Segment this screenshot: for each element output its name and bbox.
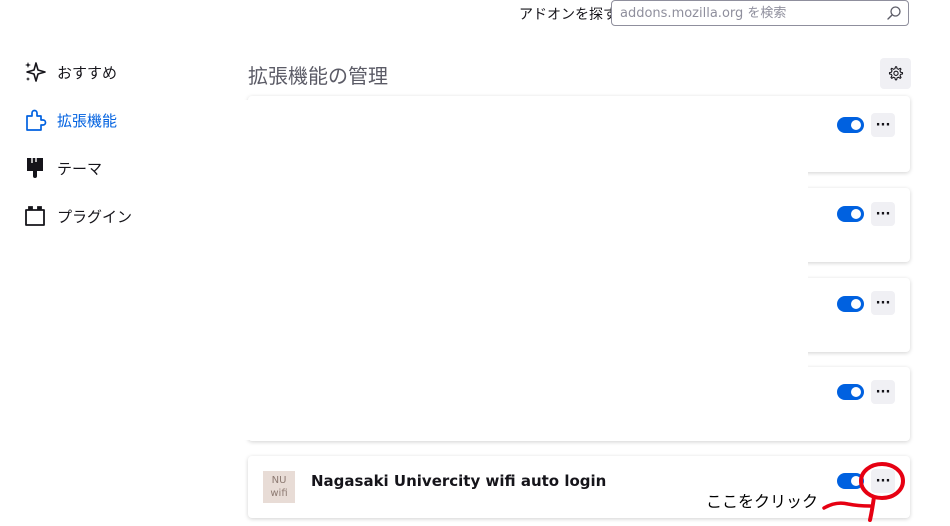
search-label: アドオンを探す — [519, 7, 617, 23]
extension-name[interactable]: Nagasaki Univercity wifi auto login — [311, 472, 606, 490]
settings-button[interactable] — [880, 58, 911, 89]
sidebar-item-themes[interactable]: テーマ — [22, 152, 222, 184]
search-field[interactable] — [611, 0, 909, 26]
more-options-button[interactable]: ··· — [871, 202, 895, 226]
sidebar-item-label: おすすめ — [57, 63, 118, 82]
enable-toggle[interactable] — [837, 384, 864, 400]
sidebar-item-label: プラグイン — [57, 207, 133, 226]
sidebar-item-label: 拡張機能 — [57, 111, 118, 130]
sidebar-item-plugins[interactable]: プラグイン — [22, 200, 222, 232]
sidebar-item-extensions[interactable]: 拡張機能 — [22, 104, 222, 136]
brush-icon — [22, 155, 48, 181]
enable-toggle[interactable] — [837, 296, 864, 312]
annotation-label: ここをクリック — [706, 492, 819, 511]
enable-toggle[interactable] — [837, 206, 864, 222]
puzzle-icon — [22, 107, 48, 133]
sidebar-item-label: テーマ — [57, 159, 103, 178]
extension-icon-text: NU — [271, 475, 287, 486]
gear-icon — [888, 66, 904, 81]
more-options-button[interactable]: ··· — [871, 113, 895, 137]
extension-icon: NU wifi — [263, 471, 295, 503]
red-circle-annotation — [822, 462, 905, 522]
more-options-button[interactable]: ··· — [871, 380, 895, 404]
search-input[interactable] — [620, 4, 880, 22]
enable-toggle[interactable] — [837, 117, 864, 133]
blank-area — [240, 100, 808, 440]
sparkle-icon — [22, 59, 48, 85]
extension-icon-text: wifi — [270, 488, 288, 499]
search-icon[interactable] — [886, 5, 902, 21]
page-title: 拡張機能の管理 — [248, 64, 388, 88]
plugin-icon — [22, 203, 48, 229]
sidebar-item-recommendations[interactable]: おすすめ — [22, 56, 222, 88]
sidebar: おすすめ 拡張機能 テーマ プラグイン — [22, 56, 222, 248]
more-options-button[interactable]: ··· — [871, 291, 895, 315]
